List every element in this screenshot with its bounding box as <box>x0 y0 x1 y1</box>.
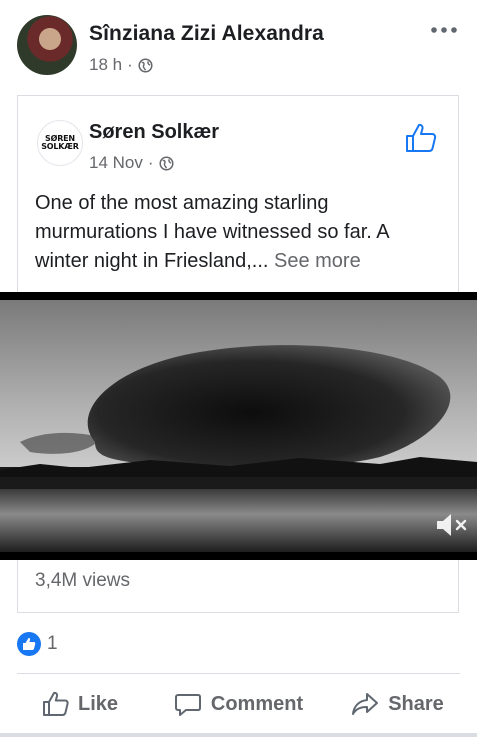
comment-button[interactable]: Comment <box>159 680 318 728</box>
post-action-bar: Like Comment Share <box>0 680 477 728</box>
shared-post-meta: 14 Nov · <box>89 153 174 173</box>
author-avatar[interactable] <box>17 15 77 75</box>
post-time[interactable]: 18 h <box>89 55 122 75</box>
video-frame <box>0 292 477 560</box>
video-player[interactable] <box>0 292 477 560</box>
share-button[interactable]: Share <box>318 680 477 728</box>
share-arrow-icon <box>352 693 379 715</box>
post-meta: 18 h · <box>89 55 153 75</box>
shared-post-date[interactable]: 14 Nov <box>89 153 143 173</box>
reaction-summary[interactable]: 1 <box>17 632 58 656</box>
see-more-link[interactable]: See more <box>274 250 361 272</box>
thumbs-up-icon <box>42 691 69 716</box>
more-options-icon[interactable] <box>430 24 458 36</box>
page-logo-line-2: SOLKÆR <box>41 142 79 151</box>
author-name[interactable]: Sînziana Zizi Alexandra <box>89 22 324 46</box>
divider <box>17 673 460 674</box>
page-name[interactable]: Søren Solkær <box>89 121 219 144</box>
share-label: Share <box>388 692 444 715</box>
speaker-muted-icon[interactable] <box>435 510 469 540</box>
page-like-icon[interactable] <box>404 122 438 154</box>
reaction-count: 1 <box>47 633 58 654</box>
meta-separator: · <box>127 55 133 74</box>
comment-bubble-icon <box>174 694 201 716</box>
globe-icon <box>138 57 153 73</box>
like-label: Like <box>77 692 119 715</box>
meta-separator: · <box>147 153 154 172</box>
comment-label: Comment <box>210 692 304 715</box>
view-count: 3,4M views <box>35 570 131 591</box>
post-caption: One of the most amazing starling murmura… <box>35 189 445 276</box>
like-button[interactable]: Like <box>0 680 159 728</box>
post-header: Sînziana Zizi Alexandra 18 h · <box>0 0 477 90</box>
like-reaction-icon <box>17 632 41 656</box>
globe-icon <box>159 155 174 171</box>
feed-separator <box>0 733 477 737</box>
page-avatar[interactable]: SØREN SOLKÆR <box>37 120 83 166</box>
